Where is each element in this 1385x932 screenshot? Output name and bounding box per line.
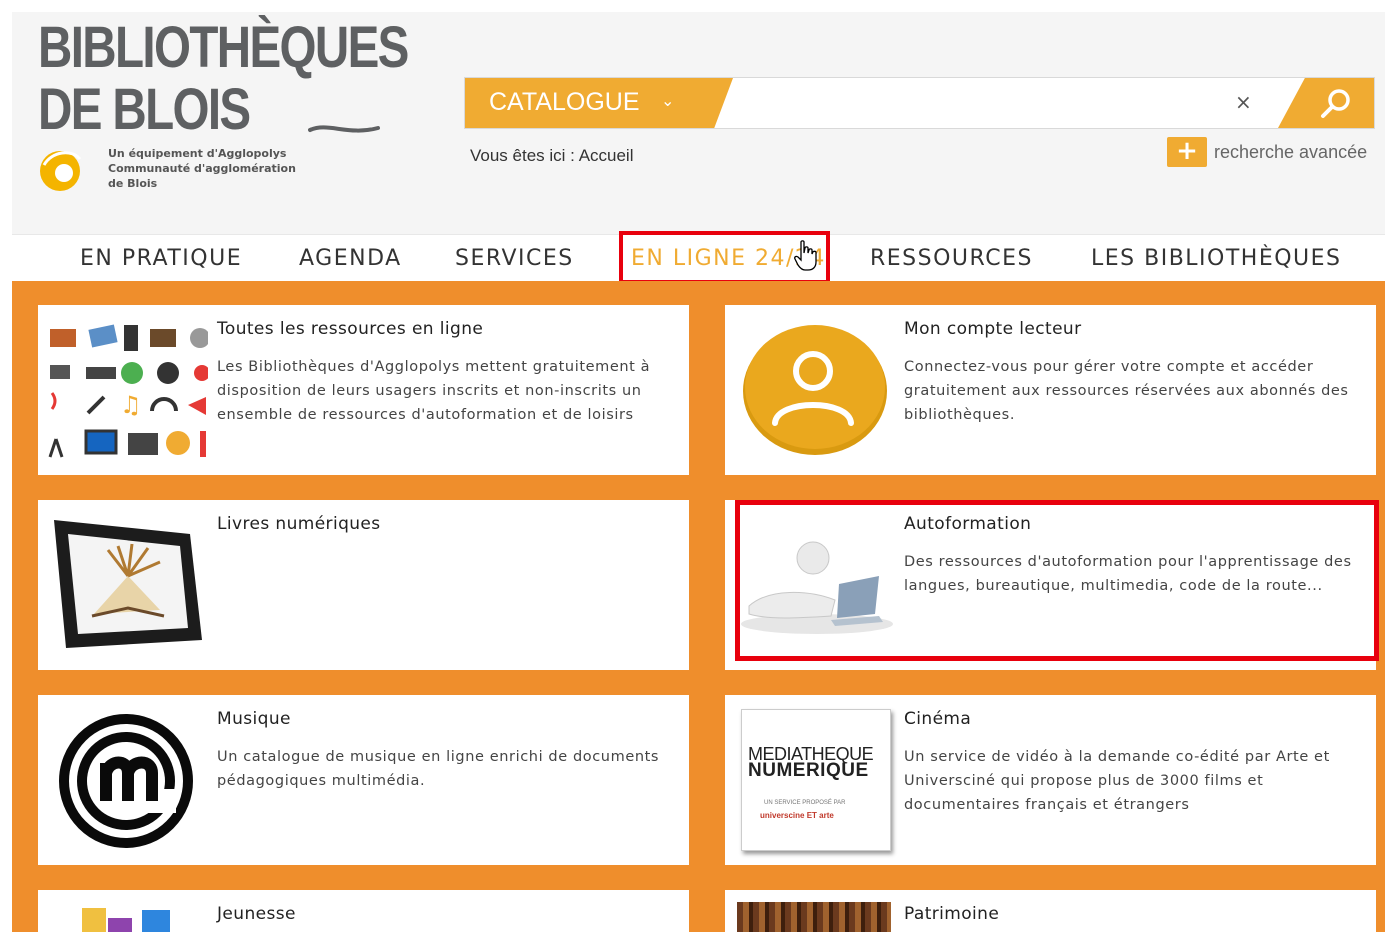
user-account-icon <box>743 325 887 455</box>
nav-item-agenda[interactable]: AGENDA <box>299 246 402 271</box>
card-title[interactable]: Musique <box>217 709 291 729</box>
chevron-down-icon: ⌄ <box>661 91 675 110</box>
mediatheque-numerique-icon: MEDIATHEQUE NUMERIQUE UN SERVICE PROPOSÉ… <box>741 709 891 851</box>
catalogue-search-bar: CATALOGUE ⌄ × <box>464 77 1375 129</box>
card-title[interactable]: Livres numériques <box>217 514 381 534</box>
card-title[interactable]: Cinéma <box>904 709 971 729</box>
search-input[interactable] <box>735 84 1219 122</box>
hand-cursor-icon <box>794 240 817 271</box>
logo-swoosh-icon <box>308 125 380 133</box>
breadcrumb: Vous êtes ici : Accueil <box>470 146 634 166</box>
tablet-book-icon <box>54 520 202 648</box>
card-cinema[interactable]: MEDIATHEQUE NUMERIQUE UN SERVICE PROPOSÉ… <box>725 695 1376 865</box>
plus-icon[interactable]: + <box>1167 137 1207 167</box>
card-mon-compte[interactable]: Mon compte lecteur Connectez-vous pour g… <box>725 305 1376 475</box>
music-logo-icon <box>59 714 193 848</box>
site-header: BIBLIOTHÈQUES DE BLOIS Un équipement d'A… <box>12 12 1385 234</box>
clear-icon[interactable]: × <box>1235 90 1252 114</box>
breadcrumb-prefix: Vous êtes ici : <box>470 146 575 165</box>
agglopolys-logo-icon <box>40 151 82 191</box>
card-musique[interactable]: Musique Un catalogue de musique en ligne… <box>38 695 689 865</box>
media-icons-grid-icon: ♫ <box>48 324 208 458</box>
advanced-search-label[interactable]: recherche avancée <box>1214 142 1367 163</box>
card-livres-numeriques[interactable]: Livres numériques <box>38 500 689 670</box>
card-description: Les Bibliothèques d'Agglopolys mettent g… <box>217 359 651 423</box>
svg-text:♫: ♫ <box>120 391 142 419</box>
nav-item-en-pratique[interactable]: EN PRATIQUE <box>80 246 242 271</box>
toy-blocks-icon <box>82 908 170 932</box>
card-description: Un service de vidéo à la demande co-édit… <box>904 749 1330 813</box>
card-title[interactable]: Toutes les ressources en ligne <box>217 319 483 339</box>
card-description: Un catalogue de musique en ligne enrichi… <box>217 749 660 789</box>
nav-item-ressources[interactable]: RESSOURCES <box>870 246 1033 271</box>
logo-subtitle: Un équipement d'Agglopolys Communauté d'… <box>108 147 296 190</box>
library-shelves-icon <box>737 902 891 932</box>
card-title[interactable]: Mon compte lecteur <box>904 319 1082 339</box>
advanced-search-link[interactable]: + recherche avancée <box>1167 137 1367 167</box>
logo-title-line2[interactable]: DE BLOIS <box>38 80 251 140</box>
catalogue-scope-label: CATALOGUE <box>489 88 640 116</box>
logo-title-line1[interactable]: BIBLIOTHÈQUES <box>38 18 409 78</box>
search-button[interactable] <box>1278 78 1374 128</box>
nav-item-les-bibliotheques[interactable]: LES BIBLIOTHÈQUES <box>1091 246 1342 271</box>
card-toutes-ressources[interactable]: ♫ Toutes les ressources en ligne Les Bib… <box>38 305 689 475</box>
card-description: Connectez-vous pour gérer votre compte e… <box>904 359 1349 423</box>
card-title[interactable]: Jeunesse <box>217 904 296 924</box>
autoformation-highlight-box <box>735 500 1379 661</box>
search-icon <box>1321 89 1350 118</box>
breadcrumb-current[interactable]: Accueil <box>579 146 634 165</box>
card-patrimoine[interactable]: Patrimoine <box>725 890 1376 932</box>
catalogue-scope-dropdown[interactable]: CATALOGUE ⌄ <box>465 78 733 128</box>
card-title[interactable]: Patrimoine <box>904 904 999 924</box>
card-jeunesse[interactable]: Jeunesse <box>38 890 689 932</box>
nav-item-services[interactable]: SERVICES <box>455 246 574 271</box>
